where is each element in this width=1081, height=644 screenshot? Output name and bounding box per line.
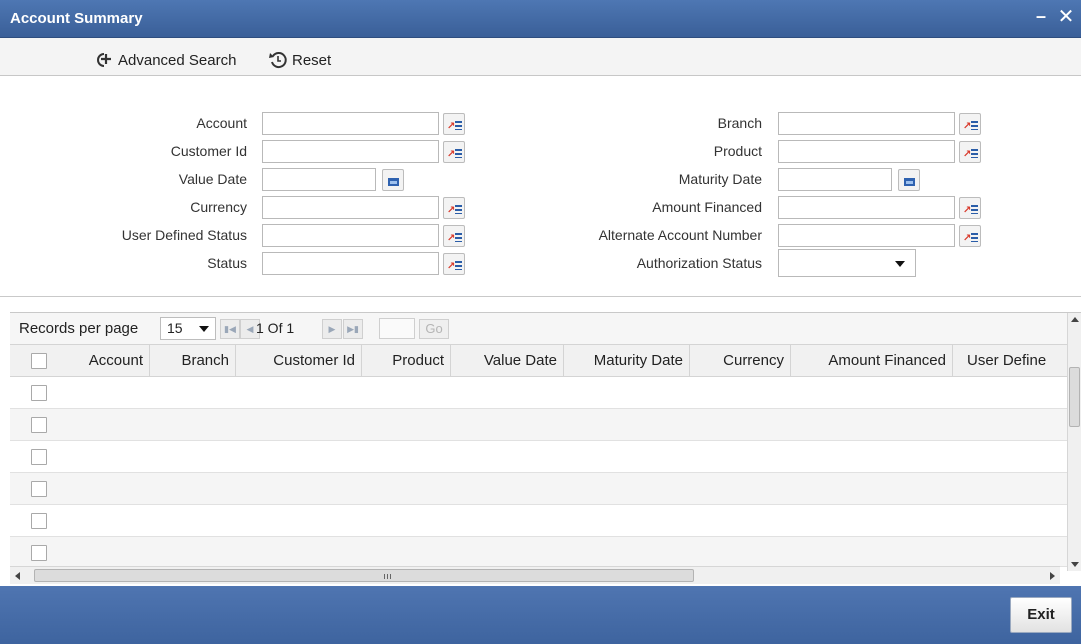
user-defined-status-label: User Defined Status <box>121 227 247 243</box>
table-row <box>10 441 1067 473</box>
records-per-page-select[interactable]: 15 <box>160 317 216 340</box>
authorization-status-label: Authorization Status <box>636 255 762 271</box>
row-checkbox[interactable] <box>31 449 47 465</box>
product-lov-icon[interactable]: ↗ <box>959 141 981 163</box>
next-page-icon[interactable]: ▶ <box>322 319 342 339</box>
reset-button[interactable]: Reset <box>268 50 331 70</box>
user-defined-status-input[interactable] <box>262 224 439 247</box>
customer-id-lov-icon[interactable]: ↗ <box>443 141 465 163</box>
maturity-date-label: Maturity Date <box>678 171 762 187</box>
advanced-search-button[interactable]: Advanced Search <box>92 50 236 70</box>
table-row <box>10 409 1067 441</box>
status-label: Status <box>207 255 247 271</box>
table-row <box>10 537 1067 567</box>
table-header: Account Branch Customer Id Product Value… <box>10 345 1067 377</box>
horizontal-scroll-thumb[interactable] <box>34 569 694 582</box>
amount-financed-input[interactable] <box>778 196 955 219</box>
reset-label: Reset <box>292 51 332 69</box>
records-per-page-value: 15 <box>167 320 183 336</box>
customer-id-input[interactable] <box>262 140 439 163</box>
reset-icon <box>269 52 287 69</box>
maturity-date-input[interactable] <box>778 168 892 191</box>
status-lov-icon[interactable]: ↗ <box>443 253 465 275</box>
product-input[interactable] <box>778 140 955 163</box>
table-row <box>10 377 1067 409</box>
column-header-amount-financed[interactable]: Amount Financed <box>791 345 953 376</box>
currency-label: Currency <box>190 199 247 215</box>
maturity-date-calendar-icon[interactable] <box>898 169 920 191</box>
footer-bar: Exit <box>0 586 1081 644</box>
chevron-down-icon <box>895 261 905 267</box>
branch-input[interactable] <box>778 112 955 135</box>
toolbar: Advanced Search Reset <box>0 38 1081 76</box>
row-checkbox[interactable] <box>31 545 47 561</box>
exit-button[interactable]: Exit <box>1010 597 1072 633</box>
product-label: Product <box>713 143 762 159</box>
row-checkbox[interactable] <box>31 513 47 529</box>
table-row <box>10 473 1067 505</box>
value-date-label: Value Date <box>178 171 247 187</box>
currency-lov-icon[interactable]: ↗ <box>443 197 465 219</box>
alternate-account-number-label: Alternate Account Number <box>598 227 762 243</box>
amount-financed-label: Amount Financed <box>652 199 762 215</box>
user-defined-status-lov-icon[interactable]: ↗ <box>443 225 465 247</box>
page-number-input[interactable] <box>379 318 415 339</box>
account-input[interactable] <box>262 112 439 135</box>
value-date-calendar-icon[interactable] <box>382 169 404 191</box>
search-form: Account ↗ Customer Id ↗ Value Date Curre… <box>0 77 1081 297</box>
records-per-page-label: Records per page <box>19 320 139 337</box>
alternate-account-number-input[interactable] <box>778 224 955 247</box>
select-all-checkbox[interactable] <box>31 353 47 369</box>
window-title: Account Summary <box>10 10 143 27</box>
column-header-account[interactable]: Account <box>60 345 150 376</box>
column-header-currency[interactable]: Currency <box>690 345 791 376</box>
amount-financed-lov-icon[interactable]: ↗ <box>959 197 981 219</box>
vertical-scrollbar[interactable] <box>1067 313 1081 571</box>
results-grid: Records per page 15 ▮◀ ◀ 1 Of 1 ▶ ▶▮ Go … <box>10 312 1081 586</box>
pager: Records per page 15 ▮◀ ◀ 1 Of 1 ▶ ▶▮ Go <box>10 313 1067 345</box>
currency-input[interactable] <box>262 196 439 219</box>
scroll-left-icon[interactable] <box>15 572 20 580</box>
close-icon[interactable]: ✕ <box>1057 4 1075 29</box>
column-header-product[interactable]: Product <box>362 345 451 376</box>
scroll-down-icon[interactable] <box>1071 562 1079 567</box>
window-titlebar: Account Summary – ✕ <box>0 0 1081 38</box>
status-input[interactable] <box>262 252 439 275</box>
branch-label: Branch <box>717 115 762 131</box>
authorization-status-select[interactable] <box>778 249 916 277</box>
branch-lov-icon[interactable]: ↗ <box>959 113 981 135</box>
account-label: Account <box>196 115 247 131</box>
last-page-icon[interactable]: ▶▮ <box>343 319 363 339</box>
go-button[interactable]: Go <box>419 319 449 339</box>
account-lov-icon[interactable]: ↗ <box>443 113 465 135</box>
column-header-user-defined-status[interactable]: User Define <box>953 345 1067 376</box>
page-info: 1 Of 1 <box>256 320 295 336</box>
table-row <box>10 505 1067 537</box>
horizontal-scrollbar[interactable] <box>10 566 1060 584</box>
alternate-account-number-lov-icon[interactable]: ↗ <box>959 225 981 247</box>
advanced-search-icon <box>97 53 111 67</box>
value-date-input[interactable] <box>262 168 376 191</box>
scroll-up-icon[interactable] <box>1071 317 1079 322</box>
vertical-scroll-thumb[interactable] <box>1069 367 1080 427</box>
chevron-down-icon <box>199 326 209 332</box>
column-header-value-date[interactable]: Value Date <box>451 345 564 376</box>
customer-id-label: Customer Id <box>170 143 247 159</box>
first-page-icon[interactable]: ▮◀ <box>220 319 240 339</box>
column-header-maturity-date[interactable]: Maturity Date <box>564 345 690 376</box>
advanced-search-label: Advanced Search <box>118 51 237 69</box>
column-header-customer-id[interactable]: Customer Id <box>236 345 362 376</box>
row-checkbox[interactable] <box>31 481 47 497</box>
minimize-icon[interactable]: – <box>1034 6 1048 27</box>
row-checkbox[interactable] <box>31 385 47 401</box>
row-checkbox[interactable] <box>31 417 47 433</box>
scroll-right-icon[interactable] <box>1050 572 1055 580</box>
column-header-branch[interactable]: Branch <box>150 345 236 376</box>
